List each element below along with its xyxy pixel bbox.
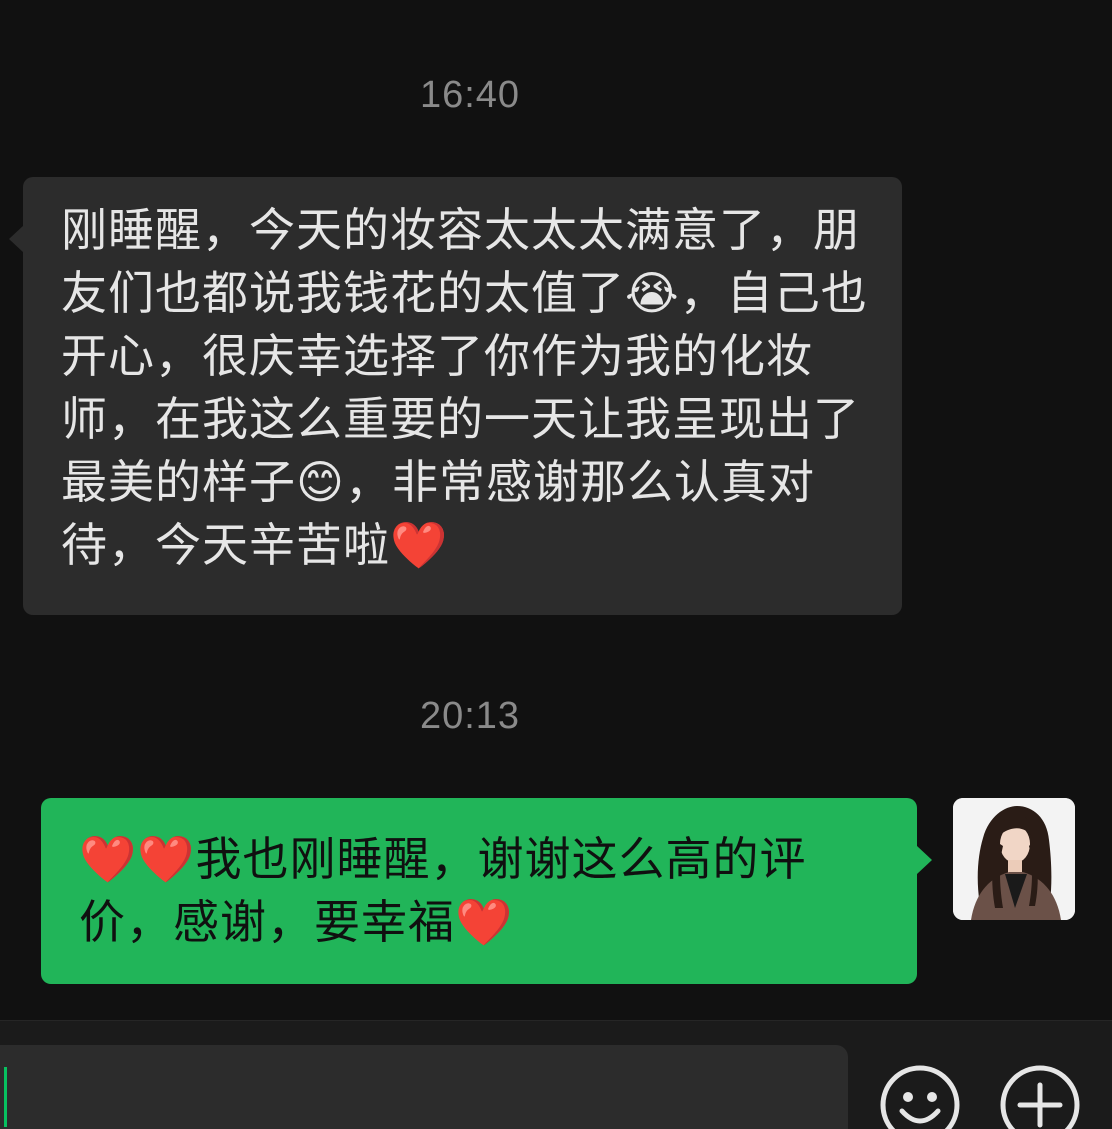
- message-timestamp: 16:40: [419, 74, 521, 116]
- message-text: 刚睡醒，今天的妆容太太太满意了，朋友们也都说我钱花的太值了😭，自己也开心，很庆幸…: [61, 203, 868, 572]
- outgoing-message-bubble[interactable]: ❤️❤️我也刚睡醒，谢谢这么高的评价，感谢，要幸福❤️: [41, 798, 932, 984]
- message-timestamp: 20:13: [419, 695, 521, 737]
- plus-circle-icon: [1000, 1065, 1080, 1129]
- user-avatar-photo-icon: [953, 798, 1075, 920]
- text-caret: [4, 1067, 7, 1127]
- incoming-message-bubble[interactable]: 刚睡醒，今天的妆容太太太满意了，朋友们也都说我钱花的太值了😭，自己也开心，很庆幸…: [9, 177, 902, 615]
- message-input[interactable]: [0, 1045, 848, 1129]
- more-options-button[interactable]: [1000, 1065, 1080, 1129]
- emoji-button[interactable]: [880, 1065, 960, 1129]
- message-text: ❤️❤️我也刚睡醒，谢谢这么高的评价，感谢，要幸福❤️: [79, 832, 807, 949]
- smiley-face-icon: [880, 1065, 960, 1129]
- user-avatar[interactable]: [953, 798, 1075, 920]
- chat-input-bar: [0, 1020, 1112, 1129]
